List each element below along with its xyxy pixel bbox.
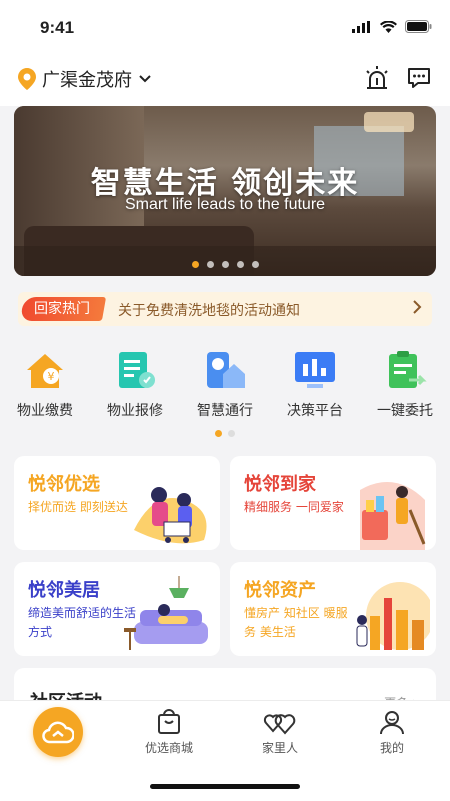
service-decision-platform[interactable]: 决策平台 [272, 350, 358, 426]
pagination-dot[interactable] [236, 261, 244, 268]
pagination-dot[interactable] [251, 261, 259, 268]
cleaning-service-illustration [360, 482, 426, 550]
decision-platform-icon [295, 352, 335, 388]
header-actions [364, 65, 432, 91]
status-bar: 9:41 [0, 0, 450, 56]
tab-label: 优选商城 [144, 741, 193, 755]
cloud-home-icon [42, 721, 74, 744]
shopping-people-illustration [134, 487, 207, 544]
notice-tag: 回家热门 [19, 297, 107, 321]
service-label: 一键委托 [377, 403, 433, 419]
status-time: 9:41 [40, 18, 75, 37]
card-title: 悦邻到家 [244, 474, 316, 495]
banner-subtitle: Smart life leads to the future [124, 196, 326, 213]
service-label: 智慧通行 [197, 403, 253, 419]
card-desc: 精细服务 一同爱家 [244, 500, 344, 514]
notice-text: 关于免费清洗地毯的活动通知 [118, 303, 300, 319]
service-smart-access[interactable]: 智慧通行 [182, 350, 268, 426]
banner-pagination [14, 261, 436, 268]
message-icon[interactable] [406, 65, 432, 91]
city-assets-illustration [356, 582, 430, 650]
tab-shopping[interactable]: 优选商城 [124, 709, 214, 756]
service-grid-pagination [0, 430, 450, 437]
pagination-dot [228, 430, 235, 437]
signal-icon [352, 20, 370, 33]
card-desc: 缔造美而舒适的生活方式 [28, 606, 137, 639]
alarm-icon[interactable] [364, 65, 390, 91]
banner-lamp-decoration [364, 112, 414, 132]
tab-home[interactable] [33, 707, 83, 757]
smart-access-icon [207, 352, 245, 388]
pagination-dot[interactable] [221, 261, 229, 268]
service-label: 物业缴费 [17, 403, 73, 419]
property-fee-icon: ¥ [27, 354, 63, 388]
card-title: 悦邻美居 [28, 580, 100, 601]
card-title: 悦邻优选 [28, 474, 100, 495]
service-grid: ¥ 物业缴费 物业报修 智慧通行 决策平台 一键委托 [0, 350, 450, 426]
service-label: 决策平台 [287, 403, 343, 419]
service-one-click-delegate[interactable]: 一键委托 [362, 350, 448, 426]
location-name: 广渠金茂府 [42, 70, 132, 91]
card-title: 悦邻资产 [244, 580, 316, 601]
chevron-down-icon [139, 75, 151, 83]
pagination-dot[interactable] [206, 261, 214, 268]
card-youlin-meiju[interactable]: 悦邻美居 缔造美而舒适的生活方式 [14, 562, 220, 656]
pagination-dot[interactable] [191, 261, 199, 268]
top-header: 广渠金茂府 [0, 56, 450, 106]
wifi-icon [380, 20, 397, 33]
svg-text:¥: ¥ [48, 370, 55, 383]
tab-profile[interactable]: 我的 [347, 709, 437, 756]
service-property-fee[interactable]: ¥ 物业缴费 [2, 350, 88, 426]
location-selector[interactable]: 广渠金茂府 [18, 66, 152, 92]
one-click-delegate-icon [389, 351, 427, 388]
shopping-bag-icon [158, 709, 180, 734]
tab-label: 家里人 [261, 741, 298, 755]
card-desc: 择优而选 即刻送达 [28, 500, 128, 514]
home-living-illustration [124, 576, 208, 650]
service-label: 物业报修 [107, 403, 163, 419]
service-repair[interactable]: 物业报修 [92, 350, 178, 426]
tab-label: 我的 [379, 741, 404, 755]
card-youlin-youxuan[interactable]: 悦邻优选 择优而选 即刻送达 [14, 456, 220, 550]
location-pin-icon [18, 68, 36, 90]
home-indicator [150, 784, 300, 789]
battery-icon [405, 20, 432, 33]
card-desc: 懂房产 知社区 暖服务 美生活 [244, 606, 348, 639]
repair-icon [119, 352, 155, 388]
chevron-right-icon [412, 299, 422, 319]
hero-banner[interactable]: 智慧生活 领创未来 Smart life leads to the future [14, 106, 436, 276]
card-youlin-zichan[interactable]: 悦邻资产 懂房产 知社区 暖服务 美生活 [230, 562, 436, 656]
profile-icon [380, 711, 404, 735]
hearts-icon [263, 714, 296, 735]
notice-bar[interactable]: 回家热门 关于免费清洗地毯的活动通知 [18, 292, 432, 326]
tab-family[interactable]: 家里人 [235, 709, 325, 756]
card-youlin-daojia[interactable]: 悦邻到家 精细服务 一同爱家 [230, 456, 436, 550]
status-icons [352, 20, 432, 33]
pagination-dot [215, 430, 222, 437]
